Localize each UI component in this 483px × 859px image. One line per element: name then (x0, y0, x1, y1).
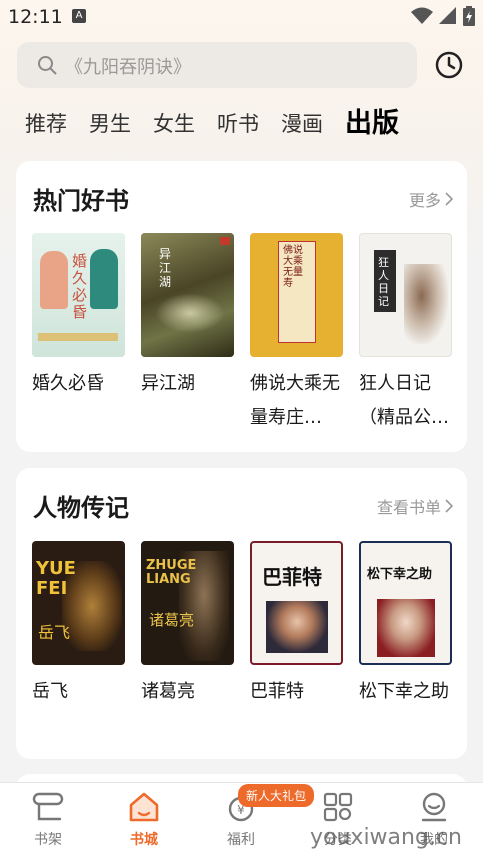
book-cover: 松下幸之助 (359, 541, 452, 665)
book-cover: YUE FEI 岳飞 (32, 541, 125, 665)
book-title: 狂人日记（精品公… (359, 373, 449, 428)
section-title: 人物传记 (33, 494, 129, 522)
book-cover: 婚久必昏 (32, 233, 125, 357)
category-grid-icon (323, 792, 353, 822)
tab-male[interactable]: 男生 (89, 104, 131, 144)
book-title: 佛说大乘无量寿庄… (250, 373, 340, 428)
book-title: 诸葛亮 (141, 681, 195, 702)
nav-label: 书架 (34, 832, 62, 848)
nav-label: 福利 (227, 832, 255, 848)
status-time: 12:11 (8, 6, 63, 28)
category-tabs: 推荐 男生 女生 听书 漫画 出版 (25, 104, 421, 144)
tab-female[interactable]: 女生 (153, 104, 195, 144)
book-item[interactable]: 异江湖 异江湖 (141, 233, 234, 401)
book-item[interactable]: 婚久必昏 婚久必昏 (32, 233, 125, 401)
biography-card: 人物传记 查看书单 YUE FEI 岳飞 岳飞 ZHUGE LIANG 诸葛亮 诸葛… (16, 468, 467, 759)
watermark: youxiwang.cn (310, 825, 462, 850)
chevron-right-icon (445, 192, 453, 206)
book-title: 婚久必昏 (32, 373, 104, 394)
hot-books-card: 热门好书 更多 婚久必昏 婚久必昏 异江湖 异江湖 佛说大乘无量寿 佛说大乘无量… (16, 161, 467, 452)
nav-bookshelf[interactable]: 书架 (3, 791, 93, 849)
book-item[interactable]: 巴菲特 巴菲特 (250, 541, 343, 709)
book-title: 岳飞 (32, 681, 68, 702)
search-icon (38, 56, 57, 75)
book-item[interactable]: 狂人日记 狂人日记（精品公… (359, 233, 452, 435)
book-item[interactable]: 佛说大乘无量寿 佛说大乘无量寿庄… (250, 233, 343, 435)
book-item[interactable]: YUE FEI 岳飞 岳飞 (32, 541, 125, 709)
wifi-icon (411, 7, 433, 24)
more-label: 查看书单 (376, 498, 441, 517)
status-bar: 12:11 A (0, 0, 483, 34)
more-link[interactable]: 更多 (409, 187, 453, 211)
chevron-right-icon (445, 499, 453, 513)
status-icons (411, 6, 475, 26)
history-clock-icon[interactable] (434, 50, 464, 80)
book-cover: 佛说大乘无量寿 (250, 233, 343, 357)
book-cover: 巴菲特 (250, 541, 343, 665)
more-label: 更多 (408, 191, 441, 210)
bookshelf-icon (32, 792, 64, 821)
section-title: 热门好书 (33, 187, 129, 215)
book-item[interactable]: 松下幸之助 松下幸之助 (359, 541, 452, 709)
book-item[interactable]: ZHUGE LIANG 诸葛亮 诸葛亮 (141, 541, 234, 709)
nav-label: 书城 (130, 832, 158, 848)
new-user-gift-badge[interactable]: 新人大礼包 (238, 784, 315, 807)
search-placeholder: 《九阳吞阴诀》 (65, 57, 191, 78)
book-title: 巴菲特 (250, 681, 304, 702)
battery-icon (463, 6, 475, 26)
profile-face-icon (421, 792, 447, 822)
view-booklist-link[interactable]: 查看书单 (377, 494, 453, 518)
book-title: 异江湖 (141, 373, 195, 394)
nav-bookstore[interactable]: 书城 (99, 791, 189, 849)
signal-icon (439, 7, 456, 24)
tab-recommend[interactable]: 推荐 (25, 104, 67, 144)
bookstore-home-icon (129, 792, 159, 822)
book-cover: ZHUGE LIANG 诸葛亮 (141, 541, 234, 665)
notification-app-icon: A (72, 9, 86, 23)
book-cover: 狂人日记 (359, 233, 452, 357)
search-bar[interactable]: 《九阳吞阴诀》 (17, 42, 417, 88)
tab-audio[interactable]: 听书 (217, 104, 259, 144)
book-cover: 异江湖 (141, 233, 234, 357)
book-title: 松下幸之助 (359, 681, 449, 702)
tab-publishing[interactable]: 出版 (345, 104, 399, 144)
tab-comics[interactable]: 漫画 (281, 104, 323, 144)
